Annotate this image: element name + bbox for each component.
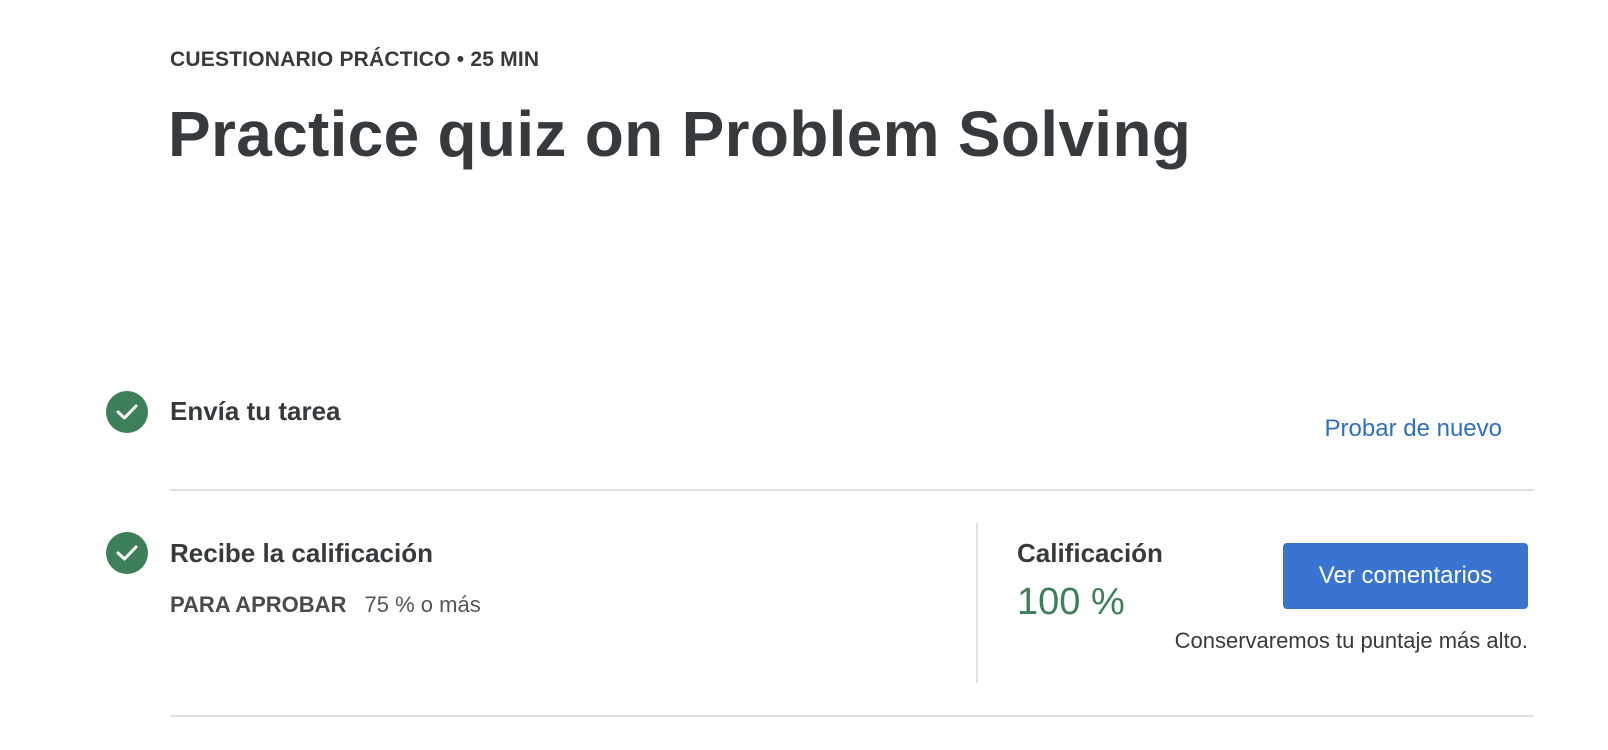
quiz-type-label: CUESTIONARIO PRÁCTICO • 25 MIN	[170, 48, 540, 71]
divider	[170, 715, 1534, 717]
passing-label: PARA APROBAR	[170, 592, 347, 617]
step-submit-title: Envía tu tarea	[170, 396, 341, 426]
quiz-results-page: CUESTIONARIO PRÁCTICO • 25 MIN Practice …	[0, 0, 1608, 750]
try-again-link[interactable]: Probar de nuevo	[1325, 415, 1502, 443]
passing-value: 75 % o más	[364, 592, 481, 617]
passing-requirement: PARA APROBAR 75 % o más	[170, 592, 481, 618]
check-circle-icon	[106, 532, 148, 574]
highest-score-note: Conservaremos tu puntaje más alto.	[1174, 628, 1528, 653]
view-feedback-button[interactable]: Ver comentarios	[1283, 543, 1528, 609]
check-circle-icon	[106, 391, 148, 433]
step-grade-title: Recibe la calificación	[170, 538, 434, 568]
page-title: Practice quiz on Problem Solving	[168, 98, 1192, 170]
grade-label: Calificación	[1017, 538, 1163, 568]
grade-value: 100 %	[1017, 581, 1125, 623]
vertical-divider	[976, 523, 978, 683]
divider	[170, 489, 1534, 491]
